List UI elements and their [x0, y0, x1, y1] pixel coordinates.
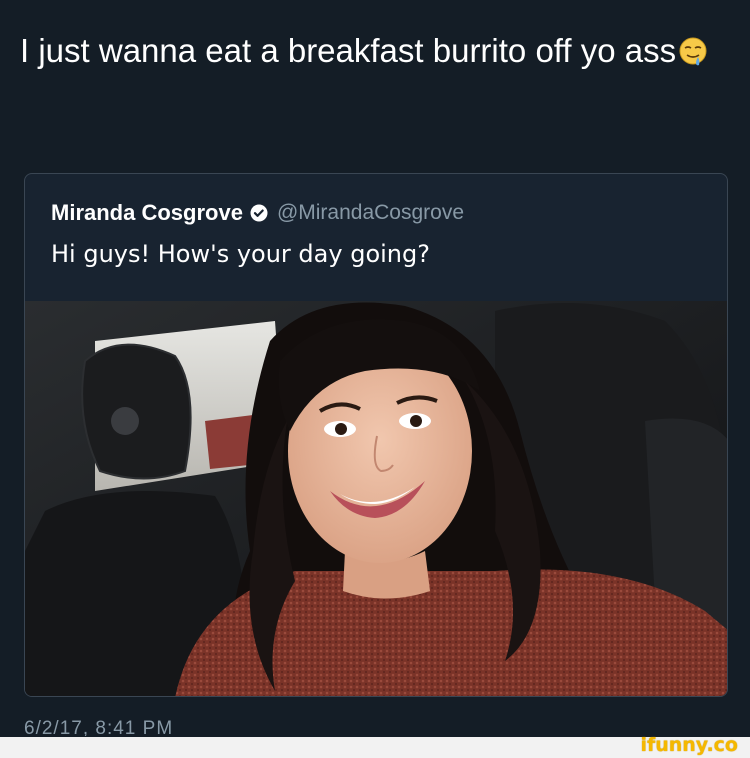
user-handle[interactable]: @MirandaCosgrove	[277, 201, 464, 225]
quoted-tweet-text: Hi guys! How's your day going?	[51, 240, 430, 268]
ifunny-watermark: ifunny.co	[640, 734, 738, 756]
selfie-photo[interactable]	[25, 301, 727, 696]
tweet-body: I just wanna eat a breakfast burrito off…	[20, 32, 677, 69]
quoted-tweet-card[interactable]: Miranda Cosgrove @MirandaCosgrove Hi guy…	[24, 173, 728, 697]
timestamp[interactable]: 6/2/17, 8:41 PM	[24, 718, 173, 736]
display-name[interactable]: Miranda Cosgrove	[51, 200, 243, 226]
quoted-tweet-header: Miranda Cosgrove @MirandaCosgrove	[51, 198, 464, 228]
drooling-face-emoji-icon	[678, 26, 708, 83]
verified-badge-icon	[250, 204, 268, 222]
watermark-bar: ifunny.co	[0, 734, 750, 758]
tweet-text: I just wanna eat a breakfast burrito off…	[20, 22, 720, 83]
